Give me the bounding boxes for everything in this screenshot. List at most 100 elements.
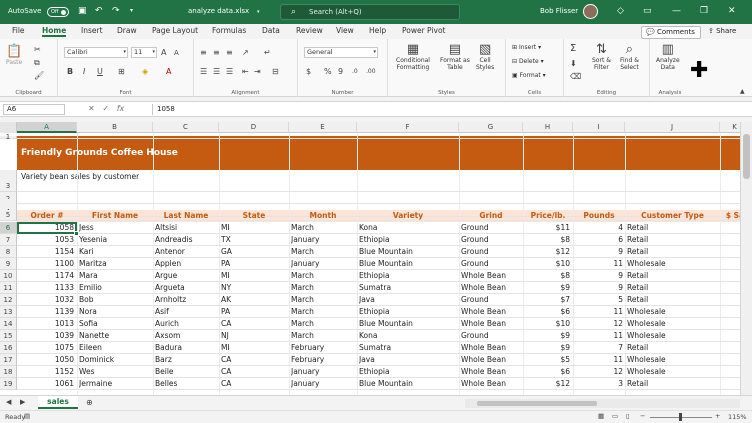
table-cell[interactable]: Sumatra xyxy=(359,283,459,292)
table-cell[interactable]: January xyxy=(291,367,357,376)
table-cell[interactable]: Whole Bean xyxy=(461,343,523,352)
cut-icon[interactable]: ✂ xyxy=(34,45,41,54)
table-cell[interactable]: Ethiopia xyxy=(359,271,459,280)
zoom-level[interactable]: 115% xyxy=(728,413,747,421)
column-title[interactable]: Customer Type xyxy=(625,211,720,220)
table-cell[interactable]: MI xyxy=(221,343,289,352)
column-header-e[interactable]: E xyxy=(289,122,357,133)
table-cell[interactable]: Nora xyxy=(79,307,153,316)
table-cell[interactable]: Blue Mountain xyxy=(359,247,459,256)
font-size-combo[interactable]: 11 ▾ xyxy=(131,47,157,58)
table-cell[interactable]: $ xyxy=(720,259,740,268)
table-cell[interactable]: Argueta xyxy=(155,283,219,292)
row-header-6[interactable]: 6 xyxy=(0,222,17,234)
table-cell[interactable]: CA xyxy=(221,367,289,376)
column-header-g[interactable]: G xyxy=(459,122,523,133)
align-center-icon[interactable]: ☰ xyxy=(213,67,220,76)
row-header-19[interactable]: 19 xyxy=(0,378,17,390)
format-as-table-button[interactable]: ▤ Format as Table xyxy=(440,43,470,72)
table-cell[interactable]: $10 xyxy=(523,319,570,328)
table-cell[interactable]: Nanette xyxy=(79,331,153,340)
fx-icon[interactable]: fx xyxy=(117,104,125,113)
table-cell[interactable]: 1050 xyxy=(17,355,74,364)
collapse-ribbon-icon[interactable]: ▲ xyxy=(740,87,745,96)
table-cell[interactable]: $ xyxy=(720,319,740,328)
table-cell[interactable]: Aurich xyxy=(155,319,219,328)
font-name-combo[interactable]: Calibri ▾ xyxy=(64,47,128,58)
table-cell[interactable]: Eileen xyxy=(79,343,153,352)
table-cell[interactable]: 1133 xyxy=(17,283,74,292)
scroll-thumb[interactable] xyxy=(477,401,597,406)
table-cell[interactable]: Barz xyxy=(155,355,219,364)
column-header-h[interactable]: H xyxy=(523,122,573,133)
table-cell[interactable]: GA xyxy=(221,247,289,256)
align-bottom-icon[interactable]: ≡ xyxy=(226,48,233,57)
table-cell[interactable]: 11 xyxy=(573,355,623,364)
cell-styles-button[interactable]: ▧ Cell Styles xyxy=(476,43,494,72)
align-left-icon[interactable]: ☰ xyxy=(200,67,207,76)
table-cell[interactable]: Sumatra xyxy=(359,343,459,352)
select-all-corner[interactable] xyxy=(0,122,17,133)
table-cell[interactable]: Ground xyxy=(461,223,523,232)
table-cell[interactable]: Wholesale xyxy=(627,355,666,364)
table-cell[interactable]: Maritza xyxy=(79,259,153,268)
sort-filter-button[interactable]: ⇅ Sort & Filter xyxy=(592,43,611,72)
table-cell[interactable]: Kari xyxy=(79,247,153,256)
table-cell[interactable]: Ground xyxy=(461,247,523,256)
wrap-text-icon[interactable]: ↵ xyxy=(264,48,271,57)
number-format-combo[interactable]: General ▾ xyxy=(304,47,378,58)
table-cell[interactable]: $9 xyxy=(523,343,570,352)
table-cell[interactable]: 1154 xyxy=(17,247,74,256)
column-header-j[interactable]: J xyxy=(625,122,720,133)
row-header-7[interactable]: 7 xyxy=(0,234,17,246)
table-cell[interactable]: Whole Bean xyxy=(461,355,523,364)
fill-icon[interactable]: ⬇ xyxy=(570,59,577,68)
table-cell[interactable]: Java xyxy=(359,355,459,364)
format-painter-icon[interactable]: 🖌 xyxy=(34,71,44,80)
table-cell[interactable]: 4 xyxy=(573,223,623,232)
row-header-18[interactable]: 18 xyxy=(0,366,17,378)
table-cell[interactable]: 11 xyxy=(573,307,623,316)
borders-icon[interactable]: ⊞ xyxy=(118,67,125,76)
table-cell[interactable]: $12 xyxy=(523,247,570,256)
tab-page-layout[interactable]: Page Layout xyxy=(152,26,198,35)
copy-icon[interactable]: ⧉ xyxy=(34,58,40,67)
table-cell[interactable]: $9 xyxy=(523,283,570,292)
table-cell[interactable]: NJ xyxy=(221,331,289,340)
table-cell[interactable]: $ xyxy=(720,247,740,256)
column-title[interactable]: First Name xyxy=(77,211,153,220)
align-right-icon[interactable]: ☰ xyxy=(226,67,233,76)
table-cell[interactable]: Retail xyxy=(627,295,648,304)
table-cell[interactable]: $9 xyxy=(523,331,570,340)
delete-cells-button[interactable]: ⊟ Delete ▾ xyxy=(512,58,544,66)
font-color-icon[interactable]: A xyxy=(166,67,171,76)
table-cell[interactable]: Ground xyxy=(461,235,523,244)
table-cell[interactable]: 9 xyxy=(573,271,623,280)
tab-power-pivot[interactable]: Power Pivot xyxy=(402,26,445,35)
table-cell[interactable]: 1075 xyxy=(17,343,74,352)
sheet-tab-sales[interactable]: sales xyxy=(38,396,78,409)
row-header-10[interactable]: 10 xyxy=(0,270,17,282)
table-cell[interactable]: 3 xyxy=(573,379,623,388)
comma-icon[interactable]: 9 xyxy=(338,67,343,76)
align-middle-icon[interactable]: ≡ xyxy=(213,48,220,57)
row-header-11[interactable]: 11 xyxy=(0,282,17,294)
table-cell[interactable]: Whole Bean xyxy=(461,283,523,292)
row-header-3[interactable]: 3 xyxy=(0,181,17,192)
column-title[interactable]: State xyxy=(219,211,289,220)
table-cell[interactable]: Wholesale xyxy=(627,367,666,376)
column-header-i[interactable]: I xyxy=(573,122,625,133)
autosave-toggle[interactable]: Off xyxy=(47,7,69,17)
table-cell[interactable]: Wes xyxy=(79,367,153,376)
table-cell[interactable]: February xyxy=(291,343,357,352)
table-cell[interactable]: Retail xyxy=(627,283,648,292)
table-cell[interactable]: $12 xyxy=(523,379,570,388)
table-cell[interactable]: Jess xyxy=(79,223,153,232)
table-cell[interactable]: 1013 xyxy=(17,319,74,328)
row-header-13[interactable]: 13 xyxy=(0,306,17,318)
table-cell[interactable]: Beile xyxy=(155,367,219,376)
worksheet-grid[interactable]: ABCDEFGHIJK Friendly Grounds Coffee Hous… xyxy=(0,122,740,395)
tab-help[interactable]: Help xyxy=(369,26,386,35)
table-cell[interactable]: CA xyxy=(221,355,289,364)
undo-icon[interactable]: ↶ xyxy=(95,6,103,16)
